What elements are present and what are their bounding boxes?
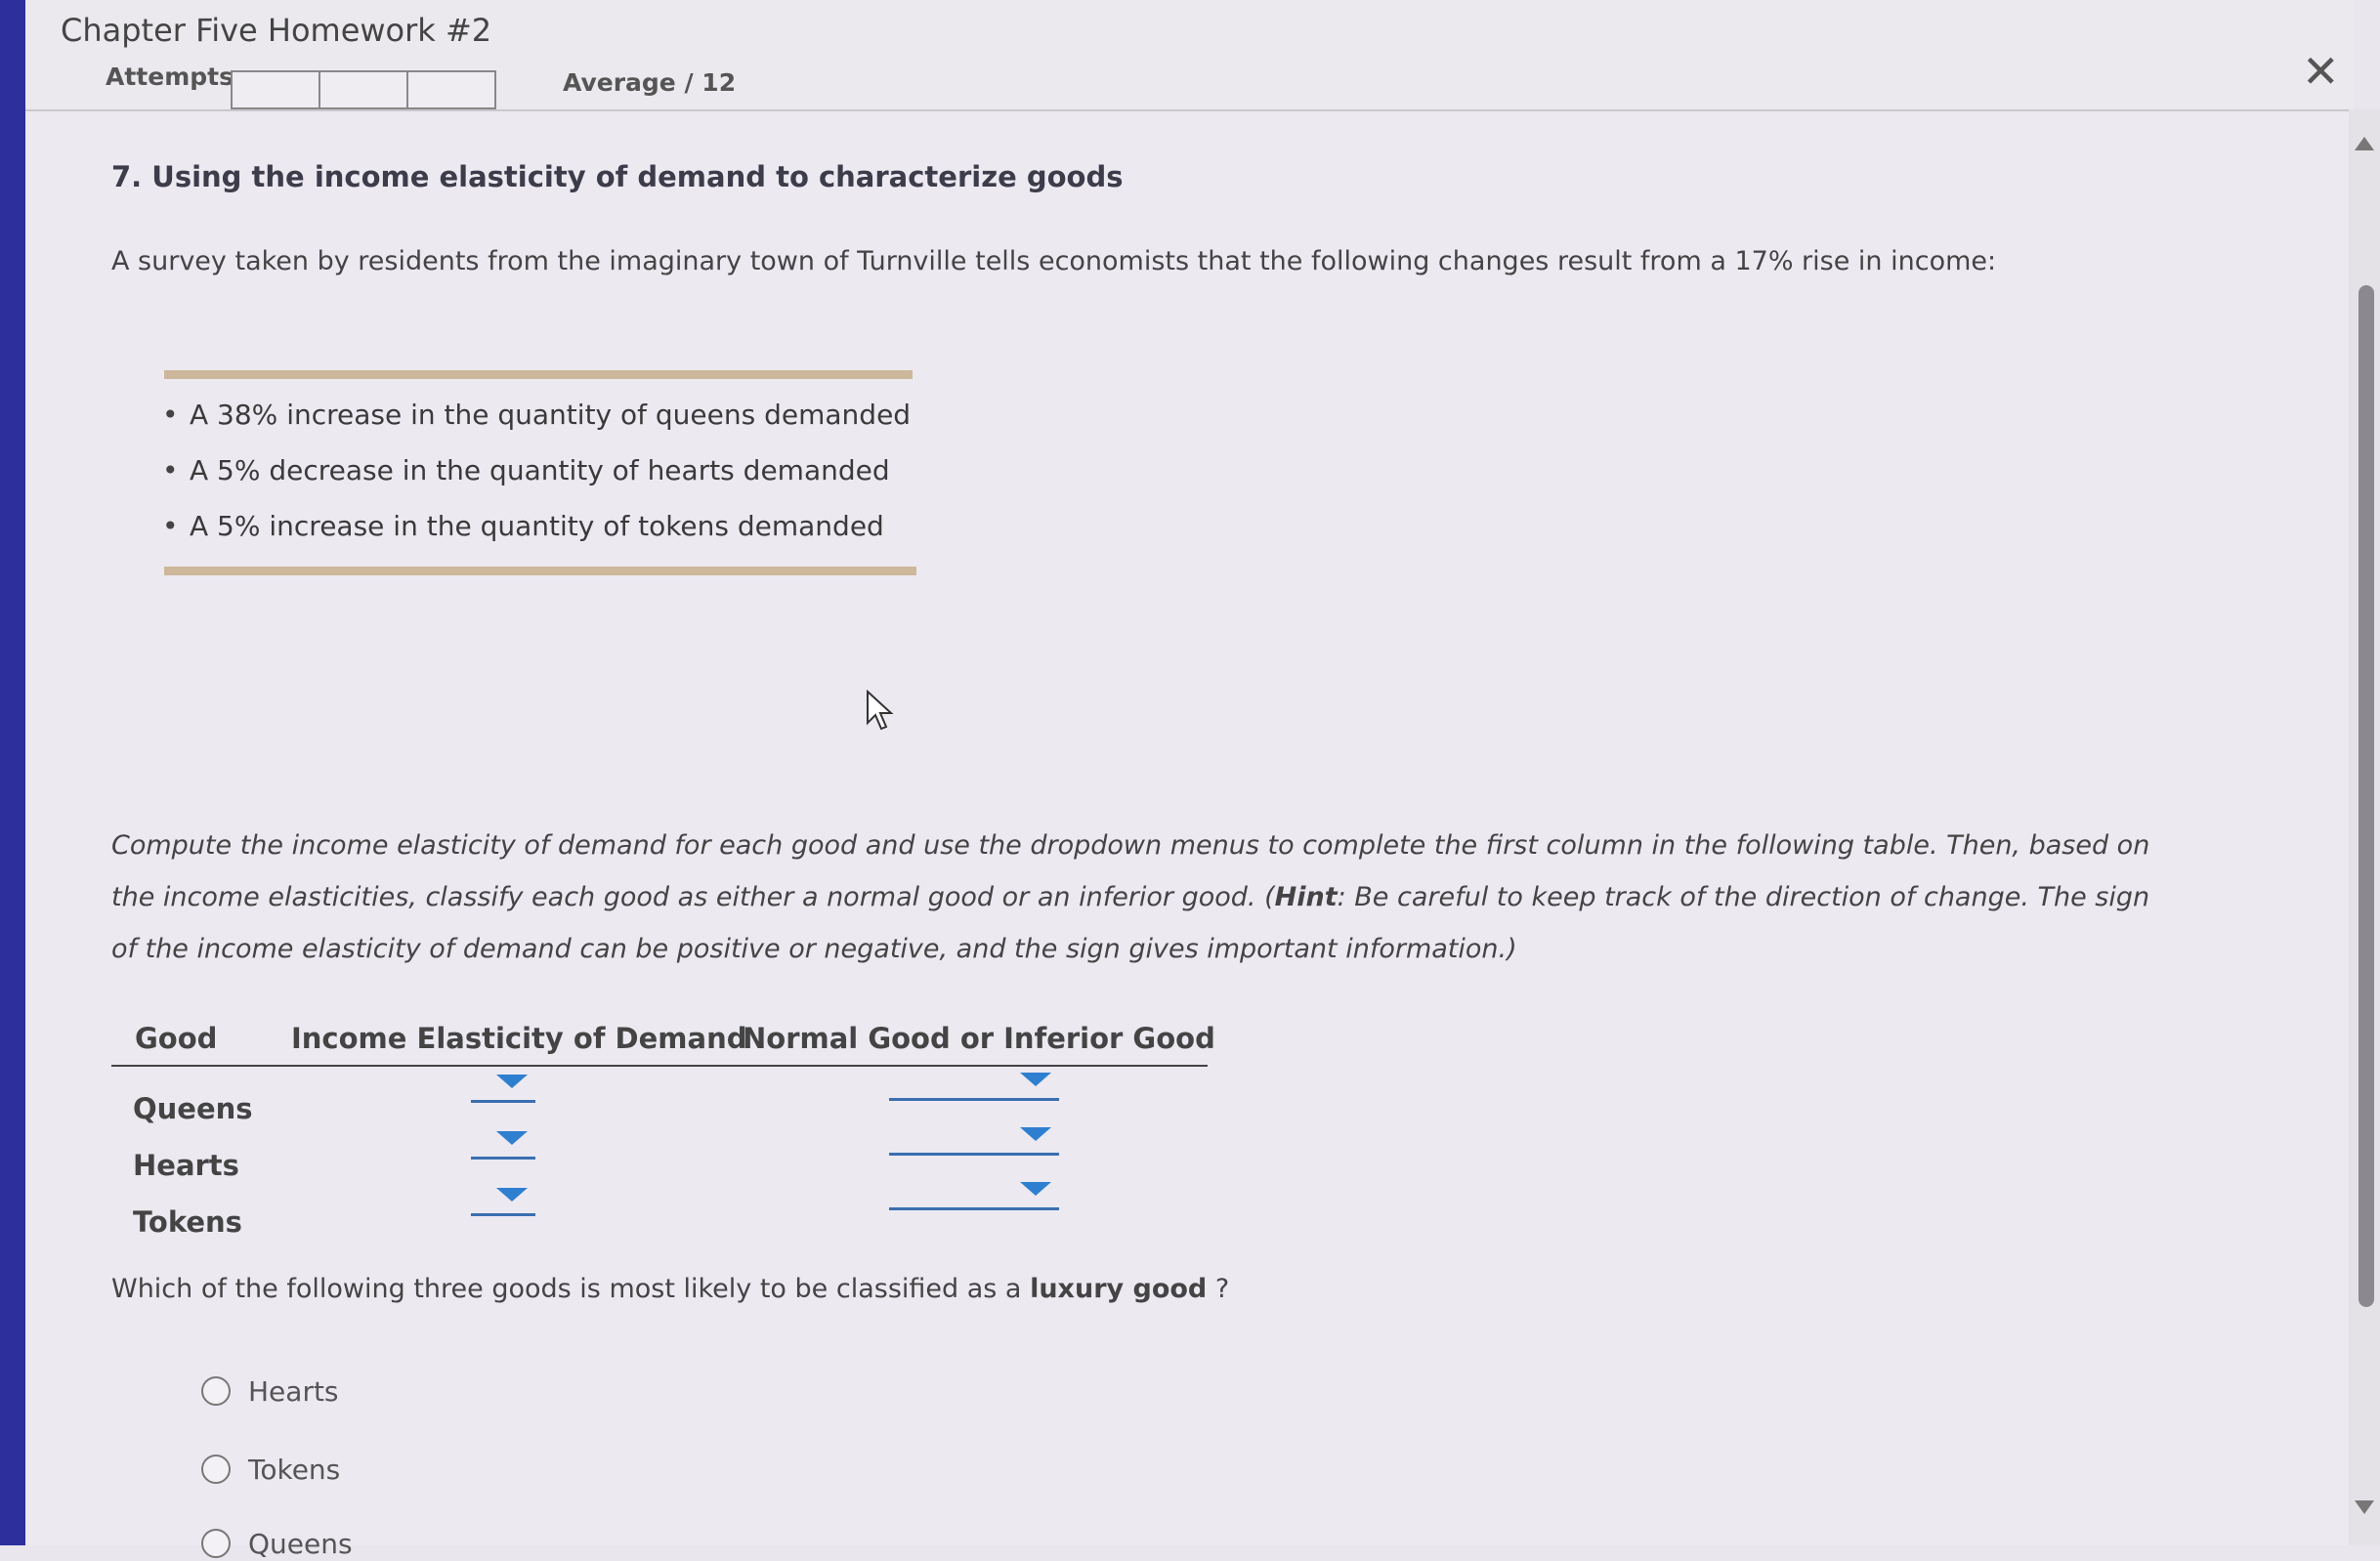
- row-label-tokens: Tokens: [133, 1205, 242, 1239]
- bullet-item: A 38% increase in the quantity of queens…: [162, 387, 911, 443]
- question-title: 7. Using the income elasticity of demand…: [111, 160, 1124, 193]
- option-tokens[interactable]: Tokens: [201, 1452, 340, 1487]
- column-header-elasticity: Income Elasticity of Demand: [291, 1022, 747, 1055]
- mouse-pointer-icon: [867, 690, 894, 731]
- scroll-thumb[interactable]: [2359, 285, 2374, 1307]
- option-label: Queens: [248, 1527, 353, 1560]
- table-header: Good Income Elasticity of Demand Normal …: [111, 1010, 1215, 1067]
- instructions-text: Compute the income elasticity of demand …: [111, 820, 2173, 975]
- column-header-good: Good: [135, 1022, 218, 1055]
- attempt-box: [319, 70, 408, 109]
- attempt-box: [231, 70, 320, 109]
- luxury-question-suffix: ?: [1214, 1274, 1230, 1304]
- elasticity-dropdown-hearts[interactable]: [471, 1125, 535, 1160]
- radio-button[interactable]: [201, 1376, 231, 1406]
- scroll-down-icon[interactable]: [2355, 1500, 2374, 1514]
- bullet-item: A 5% decrease in the quantity of hearts …: [162, 443, 911, 498]
- question-intro: A survey taken by residents from the ima…: [111, 246, 1997, 276]
- chevron-down-icon: [496, 1188, 528, 1202]
- elasticity-dropdown-queens[interactable]: [471, 1069, 535, 1103]
- bullet-item: A 5% increase in the quantity of tokens …: [162, 498, 911, 554]
- option-queens[interactable]: Queens: [201, 1526, 353, 1561]
- luxury-question: Which of the following three goods is mo…: [111, 1274, 1229, 1304]
- close-icon[interactable]: ✕: [2302, 49, 2340, 94]
- option-hearts[interactable]: Hearts: [201, 1373, 339, 1409]
- luxury-question-term: luxury good: [1030, 1274, 1208, 1304]
- row-label-queens: Queens: [133, 1092, 253, 1125]
- page-title: Chapter Five Homework #2: [61, 12, 492, 49]
- page-header: Chapter Five Homework #2 Attempts Averag…: [25, 0, 2355, 111]
- average-label: Average / 12: [563, 68, 737, 97]
- row-label-hearts: Hearts: [133, 1149, 239, 1182]
- question-content: 7. Using the income elasticity of demand…: [25, 111, 2355, 1560]
- attempts-label: Attempts: [106, 63, 234, 91]
- classification-dropdown-tokens[interactable]: [889, 1176, 1059, 1210]
- option-label: Tokens: [248, 1453, 341, 1486]
- elasticity-dropdown-tokens[interactable]: [471, 1182, 535, 1216]
- radio-button[interactable]: [201, 1529, 231, 1558]
- chevron-down-icon: [496, 1131, 528, 1145]
- top-divider: [164, 370, 913, 379]
- left-edge-strip: [0, 0, 25, 1545]
- chevron-down-icon: [496, 1075, 528, 1088]
- option-label: Hearts: [248, 1374, 339, 1408]
- bullet-list: A 38% increase in the quantity of queens…: [162, 387, 911, 554]
- instructions-hint: Hint: [1274, 882, 1338, 912]
- chevron-down-icon: [1020, 1127, 1051, 1141]
- attempt-box: [406, 70, 496, 109]
- radio-button[interactable]: [201, 1455, 231, 1484]
- classification-dropdown-hearts[interactable]: [889, 1121, 1059, 1156]
- vertical-scrollbar[interactable]: [2349, 109, 2380, 1545]
- classification-dropdown-queens[interactable]: [889, 1067, 1059, 1101]
- chevron-down-icon: [1020, 1073, 1051, 1086]
- attempt-boxes: [231, 70, 496, 109]
- bottom-divider: [164, 567, 916, 575]
- scroll-up-icon[interactable]: [2355, 137, 2374, 150]
- column-header-classification: Normal Good or Inferior Good: [743, 1022, 1215, 1055]
- luxury-question-prefix: Which of the following three goods is mo…: [111, 1274, 1022, 1304]
- chevron-down-icon: [1020, 1182, 1051, 1196]
